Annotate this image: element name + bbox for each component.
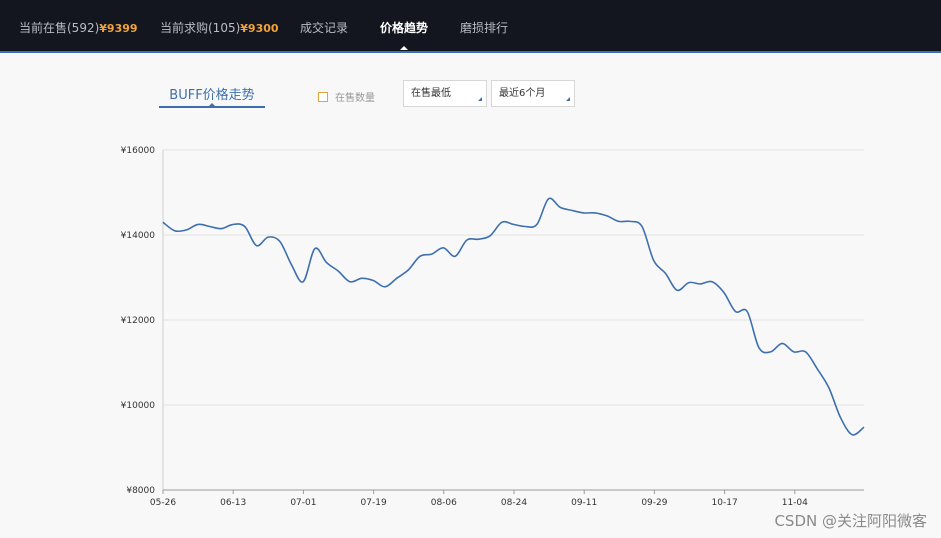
price-line [162,197,865,436]
y-axis-ticks: ¥16000 ¥14000 ¥12000 ¥10000 ¥8000 [121,146,156,496]
x-tick-label: 07-01 [290,498,316,508]
tab-on-sale[interactable]: 当前在售(592)¥9399 [19,0,138,53]
tab-wear-ranking[interactable]: 磨损排行 [460,0,508,53]
tab-transactions-label: 成交记录 [300,21,349,35]
chart-grid [162,149,864,491]
tab-on-sale-label: 当前在售(592) [19,21,100,35]
x-tick-label: 08-24 [501,498,527,508]
tab-transactions[interactable]: 成交记录 [300,0,348,53]
y-tick-label: ¥12000 [121,316,156,326]
y-tick-label: ¥16000 [121,146,156,156]
top-nav: 当前在售(592)¥9399 当前求购(105)¥9300 成交记录 价格趋势 … [0,0,941,53]
x-tick-label: 09-11 [571,498,597,508]
x-tick-label: 10-17 [712,498,738,508]
x-tick-label: 06-13 [220,498,246,508]
x-tick-label: 05-26 [150,498,176,508]
tab-buy-orders-price: ¥9300 [240,22,279,35]
x-tick-label: 08-06 [431,498,457,508]
y-tick-label: ¥14000 [121,231,156,241]
y-tick-label: ¥8000 [126,486,155,496]
price-trend-chart: ¥16000 ¥14000 ¥12000 ¥10000 ¥8000 05-26 06-13… [121,146,865,508]
tab-price-trend-label: 价格趋势 [380,21,429,35]
tab-price-trend[interactable]: 价格趋势 [380,0,428,53]
x-tick-label: 09-29 [641,498,667,508]
tab-buy-orders-label: 当前求购(105) [160,21,241,35]
watermark: CSDN @关注阿阳微客 [774,512,927,530]
x-axis-ticks: 05-26 06-13 07-01 07-19 08-06 08-24 09-11 09-29… [150,490,808,508]
x-tick-label: 07-19 [361,498,387,508]
y-tick-label: ¥10000 [121,401,156,411]
tab-wear-ranking-label: 磨损排行 [460,21,509,35]
tab-buy-orders[interactable]: 当前求购(105)¥9300 [160,0,279,53]
x-tick-label: 11-04 [782,498,808,508]
tab-on-sale-price: ¥9399 [99,22,138,35]
